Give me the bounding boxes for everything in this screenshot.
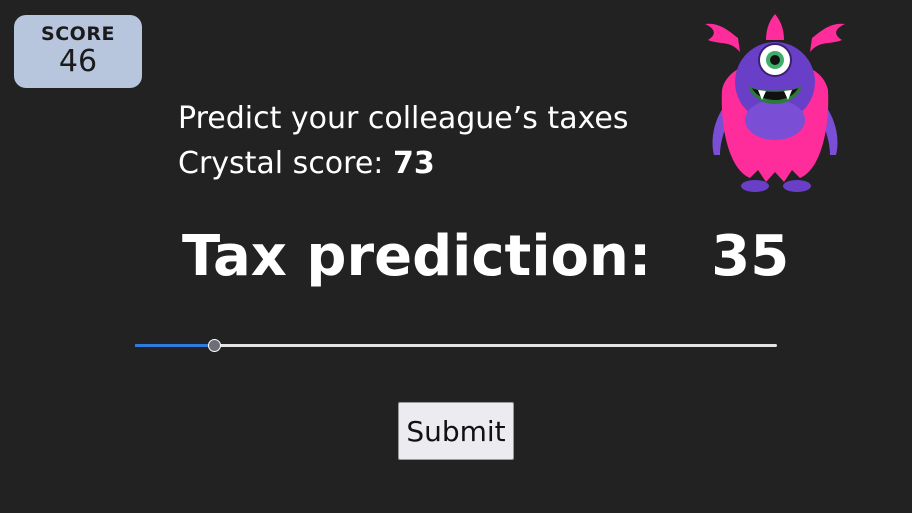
slider-fill: [135, 344, 215, 347]
score-label: SCORE: [41, 23, 115, 45]
submit-button[interactable]: Submit: [398, 402, 514, 460]
slider-thumb[interactable]: [208, 339, 221, 352]
crystal-score-line: Crystal score: 73: [178, 141, 629, 186]
crystal-score-value: 73: [392, 146, 435, 181]
tax-prediction-label: Tax prediction:: [182, 224, 652, 289]
tax-prediction-slider[interactable]: [135, 336, 777, 356]
score-value: 46: [58, 44, 98, 79]
monster-mascot-icon: [705, 14, 845, 192]
crystal-score-label: Crystal score:: [178, 146, 384, 181]
prompt-text: Predict your colleague’s taxes Crystal s…: [178, 96, 629, 186]
slider-track[interactable]: [135, 344, 777, 347]
score-badge: SCORE 46: [14, 15, 142, 88]
game-screen: SCORE 46 Predict your colleague’s taxes …: [0, 0, 912, 513]
tax-prediction-value: 35: [711, 224, 790, 289]
tax-prediction-display: Tax prediction: 35: [182, 222, 789, 292]
prompt-instruction: Predict your colleague’s taxes: [178, 101, 629, 136]
